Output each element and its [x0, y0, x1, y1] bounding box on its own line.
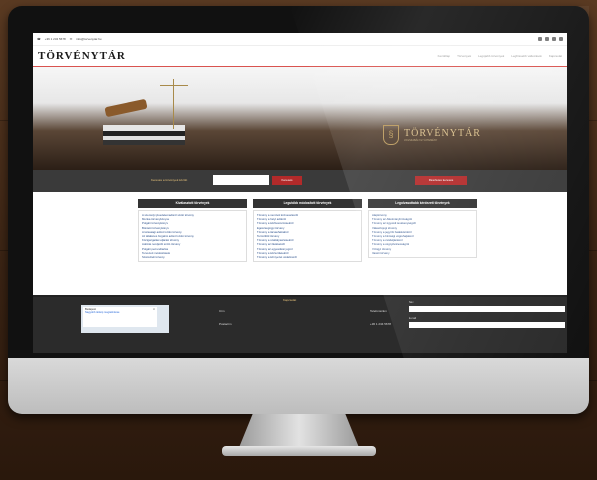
email-field[interactable]	[409, 322, 565, 328]
address-label: Postacím	[219, 322, 232, 326]
monitor-base	[222, 446, 376, 456]
column-selected: Kiválasztott törvények A személyi jövede…	[138, 199, 247, 263]
hero-banner: § TÖRVÉNYTÁR JOGSZABÁLYGYŰJTEMÉNY	[33, 67, 567, 170]
search-bar: Keresés a törvények között Keresés Részl…	[33, 170, 567, 192]
search-input[interactable]	[213, 175, 269, 185]
website-screen: ☎ +36 1 234 5678 ✉ info@torvenytar.hu TÖ…	[33, 33, 567, 353]
name-field[interactable]	[409, 306, 565, 312]
gavel-image	[104, 98, 148, 118]
footer-title: Kapcsolat	[283, 298, 297, 302]
phone-label: Telefonszám	[370, 309, 387, 313]
nav-item-laws[interactable]: Törvények	[457, 54, 471, 58]
column-title: Legolvasottabb kérdezett törvények	[368, 199, 477, 208]
hero-brand: § TÖRVÉNYTÁR JOGSZABÁLYGYŰJTEMÉNY	[383, 125, 481, 145]
rss-icon[interactable]	[538, 37, 542, 41]
monitor-chin	[8, 358, 589, 414]
column-title: Kiválasztott törvények	[138, 199, 247, 208]
footer-phone: +36 1 234 5678	[370, 322, 391, 326]
shield-icon: §	[383, 125, 399, 145]
nav-item-home[interactable]: Kezdőlap	[438, 54, 451, 58]
nav-item-newest[interactable]: Legújabb törvények	[478, 54, 504, 58]
nav-item-changes[interactable]: Legfrissebb változások	[511, 54, 542, 58]
advanced-search-button[interactable]: Részletes keresés	[415, 176, 467, 185]
site-header: TÖRVÉNYTÁR Kezdőlap Törvények Legújabb t…	[33, 46, 567, 67]
column-most-read: Legolvasottabb kérdezett törvények Alapt…	[368, 199, 477, 262]
contact-info: ☎ +36 1 234 5678 ✉ info@torvenytar.hu	[37, 37, 101, 41]
facebook-icon[interactable]	[552, 37, 556, 41]
main-nav: Kezdőlap Törvények Legújabb törvények Le…	[438, 54, 562, 58]
nav-item-contact[interactable]: Kapcsolat	[549, 54, 562, 58]
phone-icon: ☎	[37, 37, 41, 41]
column-title: Legutóbb módosított törvények	[253, 199, 362, 208]
scales-of-justice-image	[160, 79, 198, 129]
list-item[interactable]: Számviteli törvény	[142, 255, 243, 259]
twitter-icon[interactable]	[545, 37, 549, 41]
law-columns: Kiválasztott törvények A személyi jövede…	[138, 199, 478, 263]
embedded-map[interactable]: Budapest Nagyobb térkép megtekintése ✕	[81, 305, 169, 333]
list-item[interactable]: Törvény a környezet védelméről	[257, 255, 358, 259]
email-link[interactable]: info@torvenytar.hu	[76, 37, 101, 41]
footer-divider	[33, 295, 567, 297]
hero-logo: TÖRVÉNYTÁR	[404, 128, 481, 139]
column-recently-modified: Legutóbb módosított törvények Törvény a …	[253, 199, 362, 263]
name-label: Név	[409, 301, 414, 304]
site-logo[interactable]: TÖRVÉNYTÁR	[38, 50, 126, 62]
search-button[interactable]: Keresés	[272, 176, 302, 185]
close-icon[interactable]: ✕	[153, 308, 155, 311]
social-links	[538, 37, 563, 41]
city-label: Cím	[219, 309, 225, 313]
map-info-card: Budapest Nagyobb térkép megtekintése ✕	[83, 307, 157, 327]
phone-text: +36 1 234 5678	[44, 37, 66, 41]
site-footer: Kapcsolat Budapest Nagyobb térkép megtek…	[33, 295, 567, 353]
search-label: Keresés a törvények között	[151, 178, 188, 182]
mail-icon: ✉	[69, 37, 73, 41]
monitor-stand	[238, 414, 360, 450]
top-bar: ☎ +36 1 234 5678 ✉ info@torvenytar.hu	[33, 33, 567, 46]
map-link[interactable]: Nagyobb térkép megtekintése	[85, 311, 155, 314]
list-item[interactable]: Vasúti törvény	[372, 251, 473, 255]
gplus-icon[interactable]	[559, 37, 563, 41]
hero-tagline: JOGSZABÁLYGYŰJTEMÉNY	[404, 139, 438, 142]
email-label: E-mail	[409, 317, 417, 320]
